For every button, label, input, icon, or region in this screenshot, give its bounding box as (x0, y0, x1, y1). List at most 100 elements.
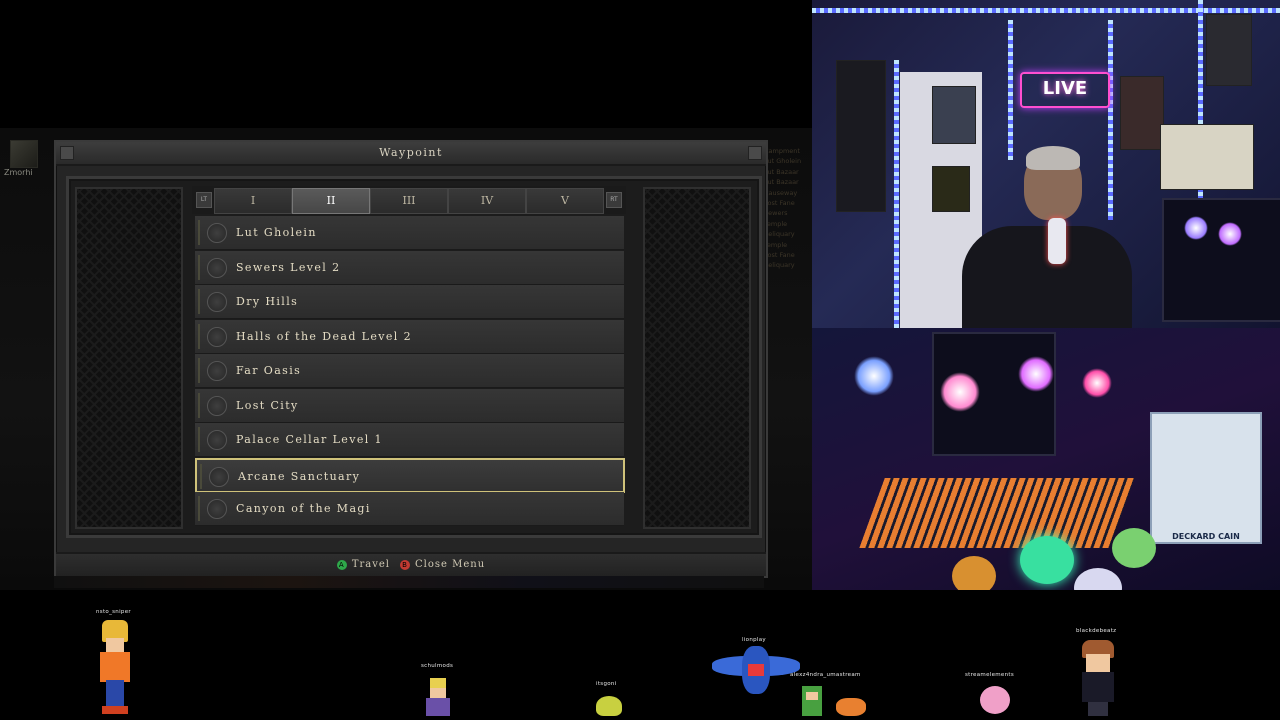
tab-act-3[interactable]: III (370, 188, 448, 214)
player-portrait[interactable] (10, 140, 38, 168)
row-marker (198, 427, 200, 452)
waypoint-label: Arcane Sanctuary (238, 469, 361, 483)
viewer-avatar-name: alexz4ndra_umastream (790, 672, 861, 678)
waypoint-icon (207, 326, 227, 347)
led-strip (894, 60, 899, 328)
row-marker (200, 463, 202, 489)
fan-light (1218, 222, 1242, 246)
area-list-item: Reliquary (764, 261, 795, 270)
waypoint-label: Palace Cellar Level 1 (236, 433, 383, 446)
led-strip (812, 8, 1280, 13)
wall-poster (1206, 14, 1252, 86)
waypoint-icon (207, 257, 227, 278)
tab-act-1[interactable]: I (214, 188, 292, 214)
waypoint-icon (209, 466, 229, 487)
left-bumper-icon[interactable]: LT (196, 192, 212, 208)
b-button-icon[interactable]: B (400, 559, 411, 570)
waypoint-row[interactable]: Sewers Level 2 (195, 250, 624, 285)
waypoint-icon (207, 430, 227, 450)
waypoint-row[interactable]: Lut Gholein (195, 216, 624, 250)
waypoint-panel: Waypoint LT I II III IV V RT Lut Gholein (54, 140, 768, 578)
wall-poster (836, 60, 886, 212)
waypoint-row[interactable]: Palace Cellar Level 1 (195, 423, 624, 457)
waypoint-row[interactable]: Canyon of the Magi (195, 492, 624, 526)
viewer-avatar-sprite (424, 678, 452, 718)
row-marker (198, 289, 200, 314)
waypoint-label: Lost City (236, 398, 299, 412)
viewer-avatar-name: schulmods (421, 663, 454, 669)
corner-ornament-icon (748, 146, 762, 160)
waypoint-label: Lut Gholein (236, 226, 317, 239)
viewer-avatar-name: nsto_sniper (96, 609, 131, 615)
waypoint-row[interactable]: Dry Hills (195, 285, 624, 319)
microphone (1048, 218, 1066, 264)
row-marker (198, 220, 200, 245)
viewer-avatar-sprite (978, 684, 1012, 718)
tab-act-5[interactable]: V (526, 188, 604, 214)
waypoint-row[interactable]: Lost City (195, 388, 624, 423)
viewer-avatar-name: blackdebeatz (1076, 628, 1117, 634)
tab-act-4[interactable]: IV (448, 188, 526, 214)
waypoint-title: Waypoint (56, 142, 766, 166)
background-area-list: Campment Lut Gholein Lut Bazaar Lut Baza… (764, 146, 812, 271)
waypoint-label: Sewers Level 2 (236, 260, 341, 274)
pc-case (1162, 198, 1280, 322)
plush-figure (1112, 528, 1156, 568)
a-button-icon[interactable]: A (336, 559, 347, 570)
fan-light (940, 372, 980, 412)
act-tabs: LT I II III IV V RT (192, 186, 626, 214)
waypoint-icon (207, 395, 227, 416)
right-mesh-decoration (643, 187, 751, 529)
area-list-item: Causeway (764, 188, 798, 197)
area-list-item: Lut Bazaar (764, 167, 799, 176)
area-list-item: Lut Bazaar (764, 178, 799, 187)
waypoint-row[interactable]: Far Oasis (195, 354, 624, 388)
plush-figure (1020, 536, 1074, 584)
waypoint-row[interactable]: Halls of the Dead Level 2 (195, 319, 624, 354)
viewer-avatar-name: itsgoni (596, 681, 617, 687)
game-viewport: Zmorhi Campment Lut Gholein Lut Bazaar L… (0, 0, 812, 590)
mask-poster (932, 166, 970, 212)
led-strip (1008, 20, 1013, 160)
player-name: Zmorhi (4, 168, 33, 177)
left-mesh-decoration (75, 187, 183, 529)
streamer-body (962, 226, 1132, 328)
fan-light (1082, 368, 1112, 398)
viewer-avatar-sprite (96, 620, 136, 716)
row-marker (198, 496, 200, 521)
controls-hint: A Travel B Close Menu (56, 554, 766, 576)
row-marker (198, 323, 200, 349)
viewer-avatar-sprite (594, 694, 624, 718)
area-list-item: Lost Fane (764, 199, 795, 208)
controls-footer: A Travel B Close Menu (56, 552, 766, 576)
area-list-item: Lost Fane (764, 251, 795, 260)
viewer-avatar-name: streamelements (965, 672, 1015, 678)
waypoint-icon (207, 223, 227, 243)
game-hud-strip (54, 576, 764, 588)
webcam-feed: LIVE DECKARD CAIN (812, 0, 1280, 640)
close-menu-label[interactable]: Close Menu (415, 559, 485, 570)
streamer-hair (1026, 146, 1080, 170)
area-list-item: Campment (764, 147, 800, 155)
waypoint-row-selected[interactable]: Arcane Sanctuary (195, 457, 625, 493)
travel-label[interactable]: Travel (352, 559, 390, 570)
waypoint-icon (207, 361, 227, 381)
fan-light (854, 356, 894, 396)
viewer-avatar-name: lionplay (742, 637, 766, 643)
webcam-room-view: LIVE (812, 0, 1280, 328)
row-marker (198, 358, 200, 383)
viewer-avatar-sprite (802, 684, 868, 718)
waypoint-label: Dry Hills (236, 295, 299, 308)
waypoint-icon (207, 499, 227, 519)
right-bumper-icon[interactable]: RT (606, 192, 622, 208)
led-strip (1108, 20, 1113, 220)
tab-act-2[interactable]: II (292, 188, 370, 214)
area-list-item: Sewers (764, 209, 788, 218)
wall-poster (1160, 124, 1254, 190)
row-marker (198, 254, 200, 280)
wall-poster (932, 86, 976, 144)
waypoint-label: Far Oasis (236, 364, 302, 377)
area-list-item: Lut Gholein (764, 157, 802, 166)
wall-poster (1120, 76, 1164, 150)
funko-box: DECKARD CAIN (1150, 412, 1262, 544)
